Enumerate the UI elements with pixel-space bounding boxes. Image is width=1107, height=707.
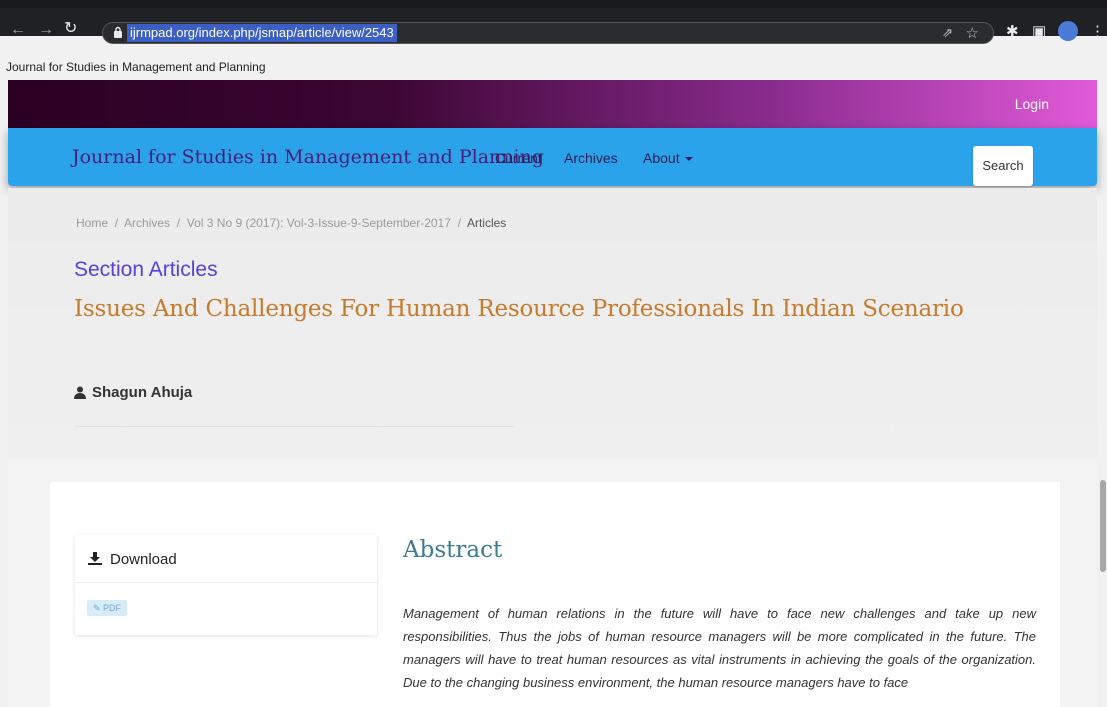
nav-about[interactable]: About bbox=[643, 150, 693, 166]
divider bbox=[74, 426, 514, 427]
nav-current[interactable]: Current bbox=[495, 150, 542, 166]
pdf-download-button[interactable]: ✎ PDF bbox=[87, 600, 127, 616]
download-label: Download bbox=[110, 551, 177, 568]
abstract-text: Management of human relations in the fut… bbox=[403, 606, 1036, 690]
profile-avatar[interactable] bbox=[1058, 21, 1078, 41]
forward-icon[interactable]: → bbox=[38, 22, 54, 38]
site-name-text: Journal for Studies in Management and Pl… bbox=[6, 60, 266, 74]
nav-about-label: About bbox=[643, 150, 680, 166]
back-icon[interactable]: ← bbox=[10, 22, 26, 38]
download-heading: Download bbox=[88, 551, 177, 568]
search-button[interactable]: Search bbox=[973, 146, 1033, 186]
download-icon bbox=[88, 552, 102, 565]
extensions-icon[interactable]: ✱ bbox=[1006, 22, 1019, 40]
section-title: Section Articles bbox=[74, 258, 218, 281]
top-header-bar: Login bbox=[8, 80, 1097, 128]
breadcrumb-separator: / bbox=[114, 216, 119, 230]
address-bar[interactable]: ijrmpad.org/index.php/jsmap/article/view… bbox=[102, 22, 994, 44]
breadcrumb-home[interactable]: Home bbox=[76, 216, 108, 230]
chevron-down-icon bbox=[684, 157, 693, 162]
page-scrollbar[interactable] bbox=[1099, 72, 1107, 707]
article-header: Home / Archives / Vol 3 No 9 (2017): Vol… bbox=[8, 188, 1097, 458]
tab-strip bbox=[0, 0, 1107, 8]
user-icon bbox=[74, 386, 86, 399]
login-link[interactable]: Login bbox=[1015, 96, 1049, 112]
url-text[interactable]: ijrmpad.org/index.php/jsmap/article/view… bbox=[127, 24, 397, 42]
breadcrumb: Home / Archives / Vol 3 No 9 (2017): Vol… bbox=[76, 216, 506, 230]
breadcrumb-separator: / bbox=[176, 216, 181, 230]
download-header: Download bbox=[75, 535, 377, 583]
lock-icon bbox=[114, 26, 122, 38]
article-title: Issues And Challenges For Human Resource… bbox=[74, 296, 964, 322]
browser-menu-icon[interactable]: ⋮ bbox=[1090, 22, 1105, 40]
download-panel: Download ✎ PDF bbox=[75, 535, 377, 635]
side-panel-icon[interactable]: ▣ bbox=[1032, 22, 1046, 40]
breadcrumb-separator: / bbox=[457, 216, 461, 230]
breadcrumb-issue[interactable]: Vol 3 No 9 (2017): Vol-3-Issue-9-Septemb… bbox=[187, 216, 451, 230]
main-navbar: Journal for Studies in Management and Pl… bbox=[8, 128, 1097, 186]
abstract-heading: Abstract bbox=[403, 537, 503, 563]
pencil-icon: ✎ bbox=[92, 603, 101, 613]
nav-archives[interactable]: Archives bbox=[564, 150, 618, 166]
share-icon[interactable]: ⇗ bbox=[942, 25, 953, 41]
brand-link[interactable]: Journal for Studies in Management and Pl… bbox=[72, 146, 544, 168]
bookmark-star-icon[interactable]: ☆ bbox=[966, 24, 979, 42]
author-name: Shagun Ahuja bbox=[92, 384, 193, 401]
breadcrumb-archives[interactable]: Archives bbox=[124, 216, 170, 230]
breadcrumb-current: Articles bbox=[466, 216, 507, 230]
pdf-label: PDF bbox=[103, 603, 122, 613]
reload-icon[interactable]: ↻ bbox=[64, 21, 77, 37]
scrollbar-thumb[interactable] bbox=[1100, 480, 1106, 572]
browser-toolbar: ← → ↻ ijrmpad.org/index.php/jsmap/articl… bbox=[0, 0, 1107, 44]
author: Shagun Ahuja bbox=[74, 384, 192, 401]
